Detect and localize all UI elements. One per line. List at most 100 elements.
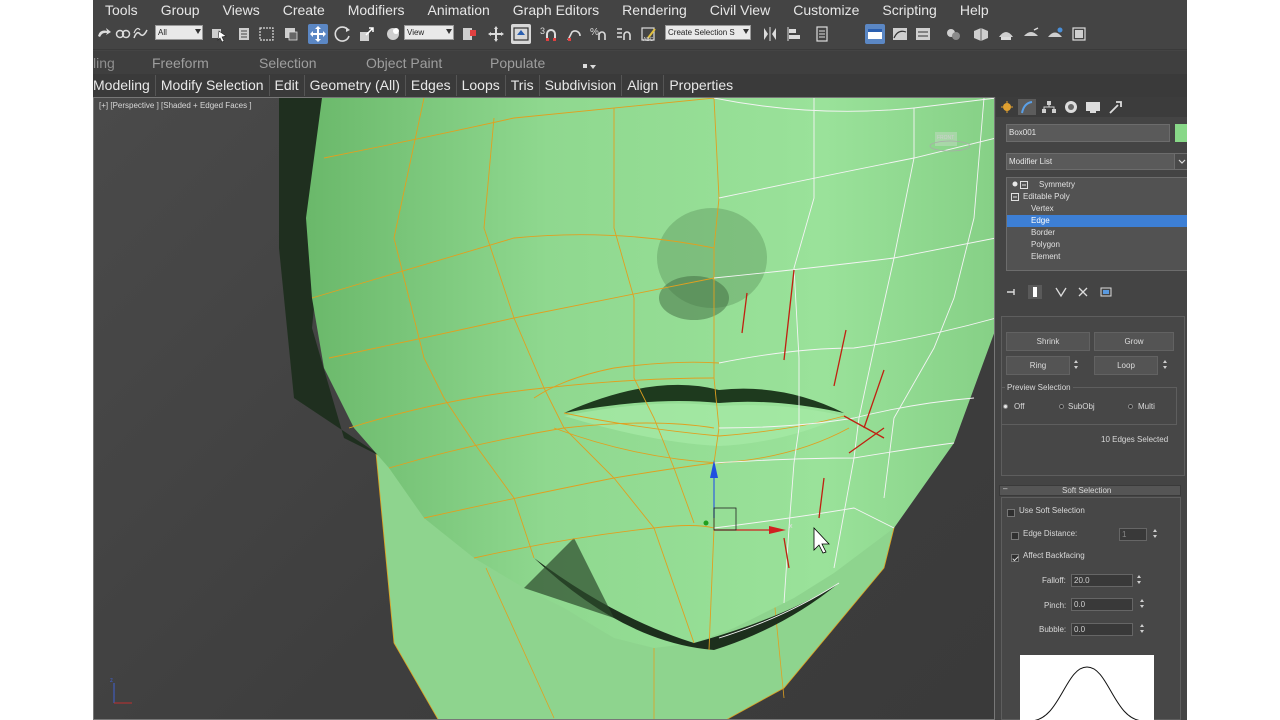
menu-civil-view[interactable]: Civil View [698, 0, 781, 20]
utilities-tab-icon[interactable] [1106, 99, 1124, 115]
menu-graph-editors[interactable]: Graph Editors [501, 0, 610, 20]
tab-object-paint[interactable]: Object Paint [366, 55, 442, 71]
panel-modeling[interactable]: Modeling [93, 75, 156, 96]
pivot-center-icon[interactable] [460, 24, 480, 44]
panel-tris[interactable]: Tris [506, 75, 540, 96]
object-name-field[interactable]: Box001 [1006, 124, 1170, 142]
falloff-field[interactable]: 20.0 [1071, 574, 1133, 587]
modify-tab-icon[interactable] [1018, 99, 1036, 115]
panel-edit[interactable]: Edit [270, 75, 305, 96]
curve-editor-icon[interactable] [890, 24, 910, 44]
head-model[interactable]: x z [94, 98, 995, 720]
layer-explorer-icon[interactable] [812, 24, 832, 44]
material-editor-icon[interactable] [943, 24, 963, 44]
tab-selection[interactable]: Selection [259, 55, 317, 71]
stack-item-border[interactable]: Border [1007, 227, 1187, 239]
stack-item-symmetry[interactable]: Symmetry [1007, 179, 1187, 191]
stack-item-edge[interactable]: Edge [1007, 215, 1187, 227]
edge-distance-checkbox[interactable] [1011, 532, 1019, 540]
place-icon[interactable] [383, 24, 403, 44]
ribbon-options-icon[interactable] [583, 58, 597, 69]
named-selection-dropdown[interactable]: Create Selection S [665, 25, 751, 40]
panel-geometry-all[interactable]: Geometry (All) [305, 75, 406, 96]
menu-modifiers[interactable]: Modifiers [336, 0, 416, 20]
render-in-cloud-icon[interactable] [1069, 24, 1089, 44]
perspective-viewport[interactable]: [+] [Perspective ] [Shaded + Edged Faces… [93, 97, 995, 720]
menu-scripting[interactable]: Scripting [870, 0, 947, 20]
tab-modeling[interactable]: ling [93, 55, 115, 71]
snap-3d-icon[interactable]: 3 [539, 24, 559, 44]
ring-button[interactable]: Ring [1006, 356, 1070, 375]
edge-distance-field[interactable]: 1 [1119, 528, 1147, 541]
rotate-icon[interactable] [333, 24, 353, 44]
collapse-icon[interactable] [1011, 193, 1019, 201]
panel-align[interactable]: Align [622, 75, 665, 96]
select-by-name-icon[interactable] [235, 24, 255, 44]
object-color-swatch[interactable] [1175, 124, 1187, 142]
keyboard-shortcut-override-icon[interactable] [511, 24, 531, 44]
mirror-icon[interactable] [760, 24, 780, 44]
window-crossing-icon[interactable] [281, 24, 301, 44]
ring-spinner[interactable] [1073, 359, 1080, 371]
loop-button[interactable]: Loop [1094, 356, 1158, 375]
menu-tools[interactable]: Tools [93, 0, 149, 20]
configure-modifier-sets-icon[interactable] [1099, 285, 1113, 299]
scale-icon[interactable] [357, 24, 377, 44]
loop-spinner[interactable] [1162, 359, 1169, 371]
menu-help[interactable]: Help [948, 0, 1000, 20]
angle-snap-icon[interactable] [564, 24, 584, 44]
bulb-icon[interactable] [1011, 181, 1019, 189]
edge-distance-spinner[interactable] [1152, 528, 1159, 540]
chevron-down-icon[interactable] [1174, 154, 1187, 169]
panel-loops[interactable]: Loops [457, 75, 506, 96]
move-icon[interactable] [308, 24, 328, 44]
affect-backfacing-checkbox[interactable] [1011, 554, 1019, 562]
soft-selection-title[interactable]: Soft Selection [1062, 486, 1111, 495]
redo-icon[interactable] [94, 24, 114, 44]
preview-multi-radio[interactable] [1128, 404, 1133, 409]
toggle-ribbon-icon[interactable] [865, 24, 885, 44]
rect-region-icon[interactable] [257, 24, 277, 44]
render-production-icon[interactable] [1021, 24, 1041, 44]
stack-item-polygon[interactable]: Polygon [1007, 239, 1187, 251]
select-manipulate-icon[interactable] [486, 24, 506, 44]
preview-off-radio[interactable] [1003, 404, 1008, 409]
pinch-spinner[interactable] [1139, 598, 1146, 610]
bubble-field[interactable]: 0.0 [1071, 623, 1133, 636]
display-tab-icon[interactable] [1084, 99, 1102, 115]
rendered-frame-window-icon[interactable] [996, 24, 1016, 44]
unlink-icon[interactable] [131, 24, 151, 44]
selection-filter-dropdown[interactable]: All [155, 25, 203, 40]
percent-snap-icon[interactable]: % [589, 24, 609, 44]
select-object-icon[interactable] [209, 24, 229, 44]
bubble-spinner[interactable] [1139, 623, 1146, 635]
link-icon[interactable] [113, 24, 133, 44]
remove-modifier-icon[interactable] [1076, 285, 1090, 299]
modifier-stack[interactable]: Symmetry Editable Poly Vertex Edge Borde… [1006, 177, 1187, 271]
make-unique-icon[interactable] [1054, 285, 1068, 299]
menu-views[interactable]: Views [211, 0, 271, 20]
stack-item-element[interactable]: Element [1007, 251, 1187, 263]
render-iterative-icon[interactable] [1045, 24, 1065, 44]
ref-coord-dropdown[interactable]: View [404, 25, 454, 40]
menu-rendering[interactable]: Rendering [610, 0, 698, 20]
create-tab-icon[interactable] [998, 99, 1016, 115]
tab-populate[interactable]: Populate [490, 55, 545, 71]
grow-button[interactable]: Grow [1094, 332, 1174, 351]
pinch-field[interactable]: 0.0 [1071, 598, 1133, 611]
falloff-spinner[interactable] [1136, 574, 1143, 586]
schematic-view-icon[interactable] [913, 24, 933, 44]
stack-item-vertex[interactable]: Vertex [1007, 203, 1187, 215]
show-end-result-icon[interactable] [1028, 285, 1042, 299]
preview-subobj-radio[interactable] [1059, 404, 1064, 409]
menu-group[interactable]: Group [149, 0, 211, 20]
menu-customize[interactable]: Customize [781, 0, 870, 20]
expand-icon[interactable] [1020, 181, 1028, 189]
spinner-snap-icon[interactable] [613, 24, 633, 44]
stack-item-editable-poly[interactable]: Editable Poly [1007, 191, 1187, 203]
menu-create[interactable]: Create [271, 0, 336, 20]
modifier-list-dropdown[interactable]: Modifier List [1006, 153, 1187, 170]
panel-subdivision[interactable]: Subdivision [540, 75, 623, 96]
viewport-label[interactable]: [+] [Perspective ] [Shaded + Edged Faces… [99, 101, 252, 110]
hierarchy-tab-icon[interactable] [1040, 99, 1058, 115]
